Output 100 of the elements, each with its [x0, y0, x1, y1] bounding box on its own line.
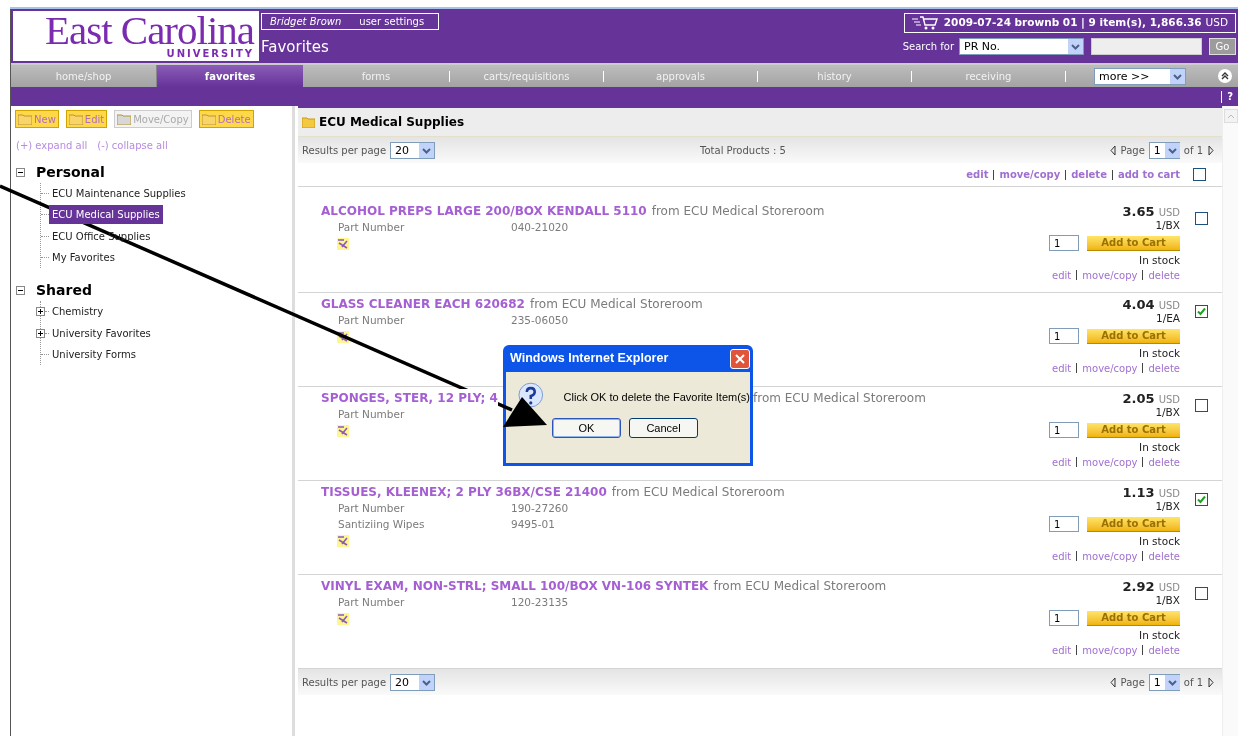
- tree-item[interactable]: Chemistry: [49, 302, 107, 322]
- toolbar-button[interactable]: New: [15, 110, 59, 128]
- folder-title: ECU Medical Supplies: [319, 114, 465, 131]
- action-link[interactable]: edit: [1052, 454, 1072, 470]
- action-link[interactable]: edit: [1052, 642, 1072, 658]
- quantity-field[interactable]: 1: [1049, 235, 1079, 251]
- select-all-checkbox[interactable]: [1193, 168, 1206, 181]
- dialog-message: Click OK to delete the Favorite Item(s): [563, 389, 750, 405]
- expand-all-link[interactable]: (+) expand all: [16, 138, 88, 153]
- help-link[interactable]: ?: [1227, 89, 1233, 104]
- toolbar-button[interactable]: Edit: [65, 110, 108, 128]
- tag-icon: [337, 613, 349, 625]
- select-checkbox[interactable]: [1194, 399, 1208, 412]
- caret-icon: [419, 142, 435, 158]
- detail-value: 190-27260: [511, 501, 569, 517]
- quantity-field[interactable]: 1: [1049, 610, 1079, 626]
- detail-label: Part Number: [338, 313, 406, 329]
- action-link[interactable]: delete: [1148, 642, 1180, 658]
- add-to-cart-button[interactable]: Add to Cart: [1087, 328, 1180, 344]
- group-title[interactable]: Shared: [36, 279, 92, 301]
- action-link[interactable]: delete: [1148, 454, 1180, 470]
- cart-summary[interactable]: 2009-07-24 brownb 01 | 9 item(s), 1,866.36 USD: [903, 13, 1236, 33]
- add-to-cart-button[interactable]: Add to Cart: [1087, 516, 1180, 532]
- previous-icon[interactable]: [1109, 144, 1116, 156]
- tag-icon: [337, 238, 349, 250]
- detail-value: 235-06050: [511, 313, 569, 329]
- more-select[interactable]: more >>: [1094, 67, 1186, 85]
- detail-label: Santiziing Wipes: [338, 517, 426, 533]
- detail-label: Part Number: [338, 501, 406, 517]
- page-count: of 1: [1183, 675, 1203, 690]
- detail-value: 9495-01: [511, 517, 555, 533]
- next-icon[interactable]: [1208, 676, 1214, 688]
- user-settings-link[interactable]: user settings: [359, 14, 425, 29]
- quantity-field[interactable]: 1: [1049, 422, 1079, 438]
- action-link[interactable]: add to cart: [1117, 167, 1180, 182]
- action-link[interactable]: move/copy: [1082, 642, 1138, 658]
- dialog-button[interactable]: Cancel: [629, 418, 698, 438]
- collapse-all-link[interactable]: (-) collapse all: [97, 138, 168, 153]
- select-checkbox[interactable]: [1194, 305, 1208, 318]
- select-checkbox[interactable]: [1194, 587, 1208, 600]
- action-link[interactable]: move/copy: [999, 167, 1061, 182]
- nav-tab[interactable]: history: [758, 65, 911, 87]
- action-link[interactable]: delete: [1148, 548, 1180, 564]
- unit: 1/BX: [1155, 218, 1180, 233]
- group-title[interactable]: Personal: [36, 161, 105, 183]
- currency: USD: [1158, 206, 1180, 220]
- next-icon[interactable]: [1208, 144, 1214, 156]
- quantity-field[interactable]: 1: [1049, 328, 1079, 344]
- action-link[interactable]: move/copy: [1082, 267, 1138, 283]
- caret-icon: [419, 674, 435, 690]
- logo[interactable]: East Carolina UNIVERSITY: [13, 11, 259, 61]
- action-link[interactable]: move/copy: [1082, 454, 1138, 470]
- product-name[interactable]: SPONGES, STER, 12 PLY; 4: [321, 389, 498, 407]
- go-button[interactable]: Go: [1209, 38, 1236, 55]
- select-checkbox[interactable]: [1194, 493, 1208, 506]
- add-to-cart-button[interactable]: Add to Cart: [1087, 235, 1180, 251]
- tree-item[interactable]: University Favorites: [49, 323, 154, 343]
- search-field[interactable]: [1091, 38, 1202, 55]
- caret-icon: [1164, 674, 1180, 690]
- tree-item[interactable]: ECU Maintenance Supplies: [49, 184, 189, 204]
- action-link[interactable]: edit: [1052, 360, 1072, 376]
- page-select[interactable]: 1: [1148, 673, 1180, 691]
- action-link[interactable]: delete: [1148, 267, 1180, 283]
- page-select[interactable]: 1: [1148, 141, 1180, 159]
- tree-item[interactable]: My Favorites: [49, 248, 118, 268]
- expand-toggle[interactable]: [36, 328, 45, 338]
- tree-item[interactable]: ECU Medical Supplies: [49, 205, 163, 225]
- page-title: Favorites: [261, 37, 330, 58]
- select-checkbox[interactable]: [1194, 212, 1208, 225]
- action-link[interactable]: edit: [1052, 267, 1072, 283]
- action-link[interactable]: delete: [1071, 167, 1107, 182]
- results-per-page-select[interactable]: 20: [390, 141, 436, 159]
- expand-toggle[interactable]: [36, 307, 45, 317]
- dialog-button[interactable]: OK: [552, 418, 621, 438]
- collapse-icon[interactable]: [1218, 69, 1232, 83]
- collapse-toggle[interactable]: [16, 285, 25, 295]
- action-link[interactable]: move/copy: [1082, 360, 1138, 376]
- nav-tab[interactable]: approvals: [604, 65, 757, 87]
- nav-tab[interactable]: favorites: [157, 65, 303, 87]
- collapse-toggle[interactable]: [16, 167, 25, 177]
- action-link[interactable]: edit: [1052, 548, 1072, 564]
- action-link[interactable]: edit: [966, 167, 989, 182]
- detail-label: Part Number: [338, 220, 406, 236]
- action-link[interactable]: delete: [1148, 360, 1180, 376]
- toolbar-button[interactable]: Delete: [198, 110, 254, 128]
- add-to-cart-button[interactable]: Add to Cart: [1087, 610, 1180, 626]
- results-per-page-select[interactable]: 20: [390, 673, 436, 691]
- page-label: Page: [1120, 143, 1145, 158]
- add-to-cart-button[interactable]: Add to Cart: [1087, 422, 1180, 438]
- unit: 1/EA: [1155, 311, 1180, 326]
- search-type-select[interactable]: PR No.: [959, 38, 1084, 55]
- previous-icon[interactable]: [1109, 676, 1116, 688]
- close-button[interactable]: [730, 348, 750, 369]
- nav-tab[interactable]: receiving: [912, 65, 1065, 87]
- user-name: Bridget Brown: [270, 15, 342, 29]
- nav-tab[interactable]: carts/requisitions: [450, 65, 603, 87]
- quantity-field[interactable]: 1: [1049, 516, 1079, 532]
- tree-item[interactable]: University Forms: [49, 344, 140, 364]
- nav-tab[interactable]: forms: [303, 65, 449, 87]
- action-link[interactable]: move/copy: [1082, 548, 1138, 564]
